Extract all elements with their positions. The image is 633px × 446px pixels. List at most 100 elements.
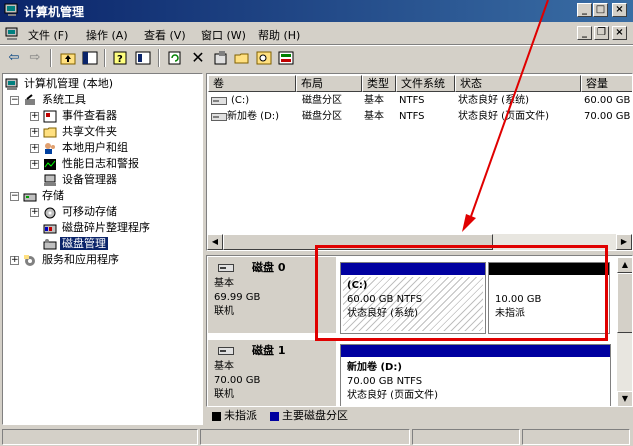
cell-status: 状态良好 (系统) xyxy=(458,95,529,106)
child-close-button[interactable]: × xyxy=(612,26,627,40)
tree-item-event-viewer[interactable]: 事件查看器 xyxy=(43,108,119,124)
status-bar xyxy=(0,428,633,446)
toolbar-separator xyxy=(104,49,106,67)
child-minimize-button[interactable]: _ xyxy=(577,26,592,40)
menu-bar: 文件 (F) 操作 (A) 查看 (V) 窗口 (W) 帮助 (H) xyxy=(0,24,633,44)
minimize-button[interactable]: _ xyxy=(577,3,592,17)
menu-file[interactable]: 文件 (F) xyxy=(28,27,68,43)
computer-management-window: 计算机管理 _ □ × 文件 (F) 操作 (A) 查看 (V) 窗口 (W) … xyxy=(0,0,633,446)
tree-item-storage[interactable]: 存储 xyxy=(23,188,66,204)
scroll-up-icon[interactable]: ▲ xyxy=(617,257,632,273)
disk-type: 基本 xyxy=(214,361,234,372)
column-header-volume[interactable]: 卷 xyxy=(208,75,296,92)
column-header-filesystem[interactable]: 文件系统 xyxy=(396,75,455,92)
tree-item-defrag[interactable]: 磁盘碎片整理程序 xyxy=(43,220,152,236)
scroll-right-icon[interactable]: ▶ xyxy=(616,234,632,250)
show-tree-icon[interactable] xyxy=(80,48,100,68)
tree-item-perf-logs[interactable]: 性能日志和警报 xyxy=(43,156,141,172)
refresh-icon[interactable] xyxy=(165,48,185,68)
expand-icon[interactable]: + xyxy=(30,112,39,121)
search-icon[interactable] xyxy=(254,48,274,68)
menu-action[interactable]: 操作 (A) xyxy=(86,27,128,43)
tree-item-device-manager[interactable]: 设备管理器 xyxy=(43,172,119,188)
toolbar-separator xyxy=(50,49,52,67)
drive-icon xyxy=(211,97,227,105)
tree-item-local-users[interactable]: 本地用户和组 xyxy=(43,140,130,156)
title-bar[interactable]: 计算机管理 _ □ × xyxy=(0,0,633,22)
tree-item-shared-folders[interactable]: 共享文件夹 xyxy=(43,124,119,140)
column-header-capacity[interactable]: 容量 xyxy=(581,75,632,92)
partition-d[interactable]: 新加卷 (D:) 70.00 GB NTFS 状态良好 (页面文件) xyxy=(340,344,611,406)
tree-item-system-tools[interactable]: 系统工具 xyxy=(23,92,88,108)
collapse-icon[interactable]: − xyxy=(10,192,19,201)
partition-size: 70.00 GB NTFS xyxy=(347,376,423,387)
forward-icon[interactable]: ⇨ xyxy=(25,48,45,68)
unallocated-swatch xyxy=(212,412,221,421)
vertical-scrollbar[interactable]: ▲ ▼ xyxy=(617,257,632,406)
scroll-left-icon[interactable]: ◀ xyxy=(207,234,223,250)
partition-bar xyxy=(341,345,610,357)
menu-help[interactable]: 帮助 (H) xyxy=(258,27,300,43)
legend-unallocated: 未指派 xyxy=(224,409,257,422)
computer-icon xyxy=(5,78,18,90)
close-button[interactable]: × xyxy=(612,3,627,17)
expand-icon[interactable]: + xyxy=(30,144,39,153)
properties-icon[interactable] xyxy=(133,48,153,68)
disk-icon xyxy=(218,347,234,355)
performance-icon xyxy=(44,158,56,170)
device-manager-icon xyxy=(44,174,56,186)
scroll-thumb[interactable] xyxy=(617,273,632,333)
export-icon[interactable] xyxy=(276,48,296,68)
computer-icon xyxy=(5,27,18,40)
child-restore-button[interactable]: ❐ xyxy=(594,26,609,40)
tree-item-services[interactable]: 服务和应用程序 xyxy=(23,252,121,268)
open-icon[interactable] xyxy=(232,48,252,68)
cell-filesystem: NTFS xyxy=(399,111,425,122)
up-folder-icon[interactable] xyxy=(58,48,78,68)
column-header-type[interactable]: 类型 xyxy=(362,75,396,92)
menu-window[interactable]: 窗口 (W) xyxy=(201,27,246,43)
menu-view[interactable]: 查看 (V) xyxy=(144,27,186,43)
disk-1-info[interactable]: 磁盘 1 基本 70.00 GB 联机 xyxy=(208,340,336,406)
partition-title: 新加卷 (D:) xyxy=(347,362,402,373)
computer-management-icon xyxy=(4,3,18,16)
volume-list[interactable]: 卷 布局 类型 文件系统 状态 容量 (C:) 磁盘分区 基本 NTFS 状态良… xyxy=(206,73,633,251)
delete-icon[interactable]: ✕ xyxy=(188,48,208,68)
disk-management-icon xyxy=(43,238,57,249)
toolbar: ⇦ ⇨ ? ✕ xyxy=(0,46,633,70)
column-header-status[interactable]: 状态 xyxy=(455,75,581,92)
tree-item-removable-storage[interactable]: 可移动存储 xyxy=(43,204,119,220)
tree-item-disk-management[interactable]: 磁盘管理 xyxy=(43,236,108,252)
console-tree[interactable]: 计算机管理 (本地) − 系统工具 + 事件查看器 + 共享文件夹 + 本地用户… xyxy=(2,73,203,425)
disk-type: 基本 xyxy=(214,278,234,289)
svg-text:?: ? xyxy=(117,54,123,65)
scroll-down-icon[interactable]: ▼ xyxy=(617,391,632,406)
disk-size: 69.99 GB xyxy=(214,292,261,303)
tree-item-root[interactable]: 计算机管理 (本地) xyxy=(5,76,115,92)
properties2-icon[interactable] xyxy=(211,48,231,68)
defrag-icon xyxy=(43,224,57,233)
cell-filesystem: NTFS xyxy=(399,95,425,106)
column-header-layout[interactable]: 布局 xyxy=(296,75,362,92)
annotation-highlight-box xyxy=(315,245,608,341)
shared-folder-icon xyxy=(43,127,57,137)
collapse-icon[interactable]: − xyxy=(10,96,19,105)
expand-icon[interactable]: + xyxy=(10,256,19,265)
expand-icon[interactable]: + xyxy=(30,208,39,217)
cell-capacity: 70.00 GB xyxy=(584,111,631,122)
expand-icon[interactable]: + xyxy=(30,128,39,137)
removable-storage-icon xyxy=(44,207,56,218)
drive-icon xyxy=(211,113,227,121)
cell-type: 基本 xyxy=(364,111,384,122)
expand-icon[interactable]: + xyxy=(30,160,39,169)
legend: 未指派 主要磁盘分区 xyxy=(206,407,633,425)
disk-icon xyxy=(218,264,234,272)
maximize-button[interactable]: □ xyxy=(593,3,608,17)
status-panel xyxy=(2,429,198,445)
back-icon[interactable]: ⇦ xyxy=(4,48,24,68)
cell-type: 基本 xyxy=(364,95,384,106)
help-icon[interactable]: ? xyxy=(111,48,131,68)
disk-name: 磁盘 1 xyxy=(252,344,286,357)
status-panel xyxy=(200,429,410,445)
status-panel xyxy=(412,429,520,445)
